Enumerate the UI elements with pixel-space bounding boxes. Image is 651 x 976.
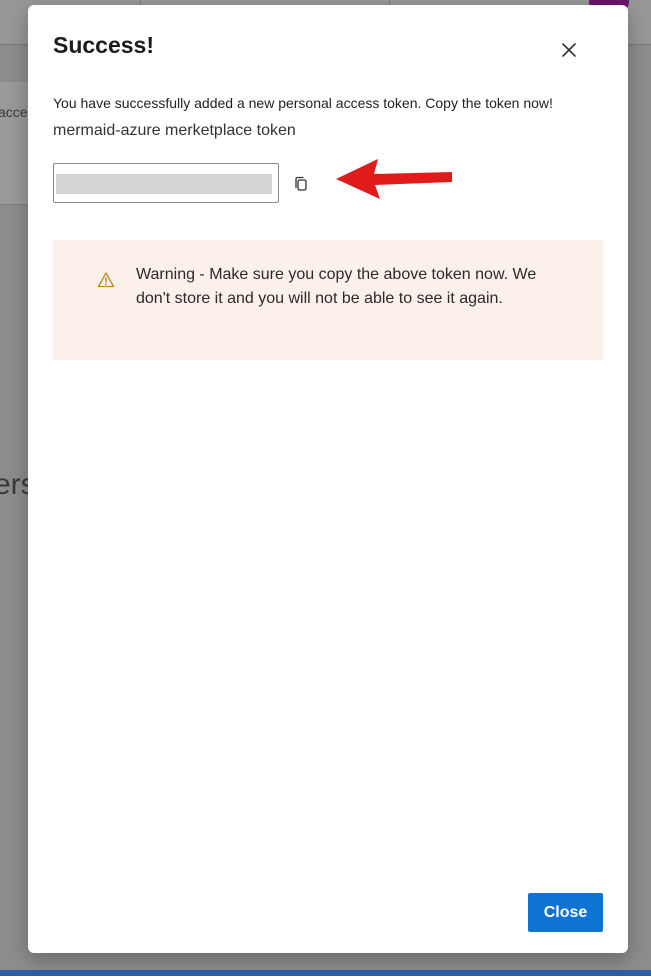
token-name: mermaid-azure merketplace token [53,122,296,139]
copy-icon [295,176,307,191]
token-input[interactable] [53,163,279,203]
success-message: You have successfully added a new person… [53,95,553,111]
close-button[interactable]: Close [528,893,603,932]
copy-token-button[interactable] [291,174,311,194]
background-partial-text: acce [0,104,28,120]
red-arrow-annotation [336,159,452,199]
dialog-close-button[interactable] [554,35,584,65]
success-dialog: Success! You have successfully added a n… [28,5,628,953]
warning-text: Warning - Make sure you copy the above t… [136,266,537,307]
token-value-redacted [56,174,272,194]
dialog-title: Success! [53,32,155,58]
close-icon [562,43,576,57]
warning-icon [97,272,115,288]
background-bottom-stripe [0,970,651,976]
warning-message-bar: Warning - Make sure you copy the above t… [53,240,603,360]
